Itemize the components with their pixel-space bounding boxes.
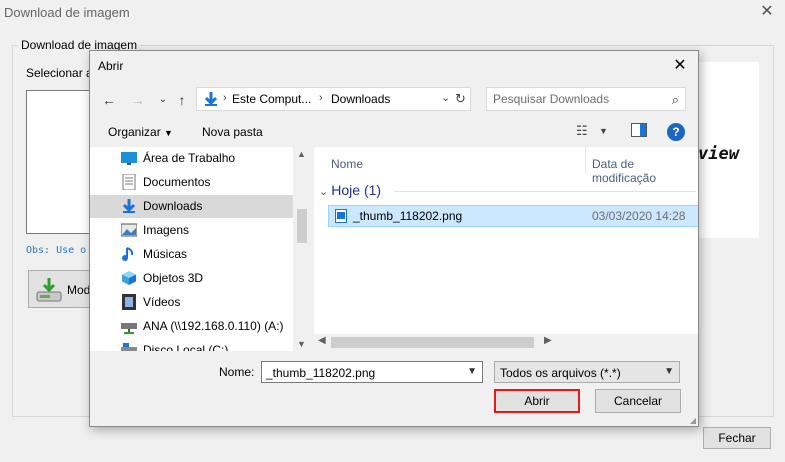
help-icon[interactable]: ?	[667, 123, 685, 141]
open-file-dialog: Abrir ✕ ← → ⌄ ↑ › Este Comput... › Downl…	[89, 50, 699, 427]
organize-menu[interactable]: Organizar ▼	[108, 125, 173, 139]
parent-mod-button-label: Mod	[67, 283, 91, 297]
up-arrow-icon[interactable]: ↑	[172, 91, 192, 109]
nav-item-desktop[interactable]: Área de Trabalho	[90, 147, 293, 170]
file-row[interactable]: _thumb_118202.png 03/03/2020 14:28	[328, 205, 698, 227]
group-collapse-icon: ⌄	[319, 186, 332, 198]
parent-mod-button[interactable]: Mod	[28, 270, 92, 308]
film-icon	[122, 294, 136, 310]
file-name-input[interactable]	[266, 365, 456, 380]
cancel-button[interactable]: Cancelar	[595, 389, 681, 413]
file-type-dropdown-icon: ▼	[664, 366, 674, 377]
nav-item-label: Documentos	[143, 175, 211, 189]
nav-item-label: Músicas	[143, 247, 188, 261]
dialog-close-icon[interactable]: ✕	[670, 56, 690, 76]
search-input[interactable]	[493, 91, 661, 107]
group-heading-label: Hoje (1)	[331, 182, 382, 198]
music-note-icon	[122, 247, 134, 261]
file-name-combobox[interactable]: ▼	[261, 361, 483, 383]
scroll-up-icon[interactable]: ▲	[293, 149, 310, 159]
file-name-dropdown-icon[interactable]: ▼	[467, 366, 477, 377]
cube-icon	[122, 271, 136, 285]
nav-item-local-disk[interactable]: Disco Local (C:)	[90, 339, 293, 351]
preview-pane-icon[interactable]	[631, 123, 647, 140]
network-drive-icon	[121, 323, 137, 334]
documents-icon	[122, 174, 136, 190]
column-separator[interactable]	[585, 147, 586, 173]
breadcrumb-chevron-icon: ›	[319, 92, 323, 104]
column-header-date[interactable]: Data de modificação	[592, 157, 698, 185]
file-list-h-scrollbar[interactable]: ◀ ▶	[314, 334, 698, 351]
column-header-name[interactable]: Nome	[331, 157, 363, 171]
nav-item-label: Downloads	[143, 199, 203, 213]
organize-label: Organizar	[108, 125, 161, 139]
open-button[interactable]: Abrir	[494, 389, 580, 413]
breadcrumb-downloads[interactable]: Downloads	[331, 92, 390, 106]
nav-item-label: Vídeos	[143, 295, 181, 309]
address-dropdown-icon[interactable]: ⌄	[441, 91, 450, 104]
nav-item-label: ANA (\\192.168.0.110) (A:)	[143, 319, 284, 333]
preview-pane-shape	[631, 123, 647, 137]
parent-window-title: Download de imagem	[4, 5, 130, 20]
parent-listbox[interactable]	[26, 90, 90, 234]
file-date: 03/03/2020 14:28	[592, 209, 686, 223]
breadcrumb-chevron-icon: ›	[223, 92, 227, 104]
image-file-icon	[335, 209, 347, 223]
nav-item-label: Imagens	[143, 223, 190, 237]
nav-pane-scrollbar[interactable]: ▲ ▼	[293, 147, 310, 351]
nav-item-videos[interactable]: Vídeos	[90, 291, 293, 314]
file-name: _thumb_118202.png	[353, 209, 463, 223]
download-disk-icon	[36, 278, 62, 302]
nav-item-documents[interactable]: Documentos	[90, 171, 293, 194]
group-heading[interactable]: ⌄ Hoje (1)	[319, 182, 381, 198]
group-divider	[394, 191, 696, 192]
new-folder-button[interactable]: Nova pasta	[202, 125, 263, 139]
view-options-icon[interactable]: ☷	[576, 123, 588, 139]
local-disk-icon	[121, 343, 137, 351]
parent-preview-text: view	[698, 144, 739, 164]
nav-item-label: Objetos 3D	[143, 271, 204, 285]
search-box[interactable]: ⌕	[486, 87, 686, 111]
download-arrow-icon	[204, 92, 218, 106]
nav-item-3d-objects[interactable]: Objetos 3D	[90, 267, 293, 290]
recent-dropdown-icon[interactable]: ⌄	[153, 91, 173, 109]
nav-item-network-drive[interactable]: ANA (\\192.168.0.110) (A:)	[90, 315, 293, 338]
desktop-icon	[121, 152, 137, 165]
address-bar[interactable]: › Este Comput... › Downloads ⌄	[196, 87, 460, 111]
fechar-button[interactable]: Fechar	[703, 427, 771, 449]
navigation-pane[interactable]: Área de Trabalho Documentos Downloads Im…	[90, 147, 310, 351]
file-type-select[interactable]: Todos os arquivos (*.*) ▼	[494, 361, 680, 383]
parent-close-icon[interactable]: ✕	[757, 2, 777, 22]
nav-item-label: Área de Trabalho	[143, 151, 236, 165]
back-arrow-icon[interactable]: ←	[99, 91, 119, 109]
pictures-icon	[121, 223, 137, 237]
scroll-thumb[interactable]	[297, 209, 307, 243]
nav-item-music[interactable]: Músicas	[90, 243, 293, 266]
scroll-left-icon[interactable]: ◀	[318, 335, 326, 346]
refresh-icon[interactable]: ↻	[451, 87, 471, 111]
h-scroll-thumb[interactable]	[331, 337, 534, 348]
organize-dropdown-icon: ▼	[164, 128, 173, 138]
scroll-down-icon[interactable]: ▼	[293, 339, 310, 349]
parent-obs-text: Obs: Use o	[26, 245, 87, 256]
file-list[interactable]: Nome Data de modificação ⌄ Hoje (1) _thu…	[314, 147, 698, 351]
search-icon[interactable]: ⌕	[672, 92, 679, 108]
resize-grip-icon[interactable]: ◢	[690, 416, 696, 425]
nav-item-label: Disco Local (C:)	[143, 343, 229, 351]
file-type-label: Todos os arquivos (*.*)	[500, 366, 621, 380]
breadcrumb-this-pc[interactable]: Este Comput...	[232, 92, 311, 106]
file-name-label: Nome:	[219, 365, 255, 379]
scroll-right-icon[interactable]: ▶	[544, 335, 552, 346]
forward-arrow-icon[interactable]: →	[128, 91, 148, 109]
parent-select-label: Selecionar ar	[26, 66, 97, 80]
download-arrow-icon	[122, 199, 136, 213]
dialog-title: Abrir	[98, 59, 124, 73]
view-dropdown-icon[interactable]: ▼	[599, 126, 608, 136]
nav-item-pictures[interactable]: Imagens	[90, 219, 293, 242]
nav-item-downloads[interactable]: Downloads	[90, 195, 293, 218]
